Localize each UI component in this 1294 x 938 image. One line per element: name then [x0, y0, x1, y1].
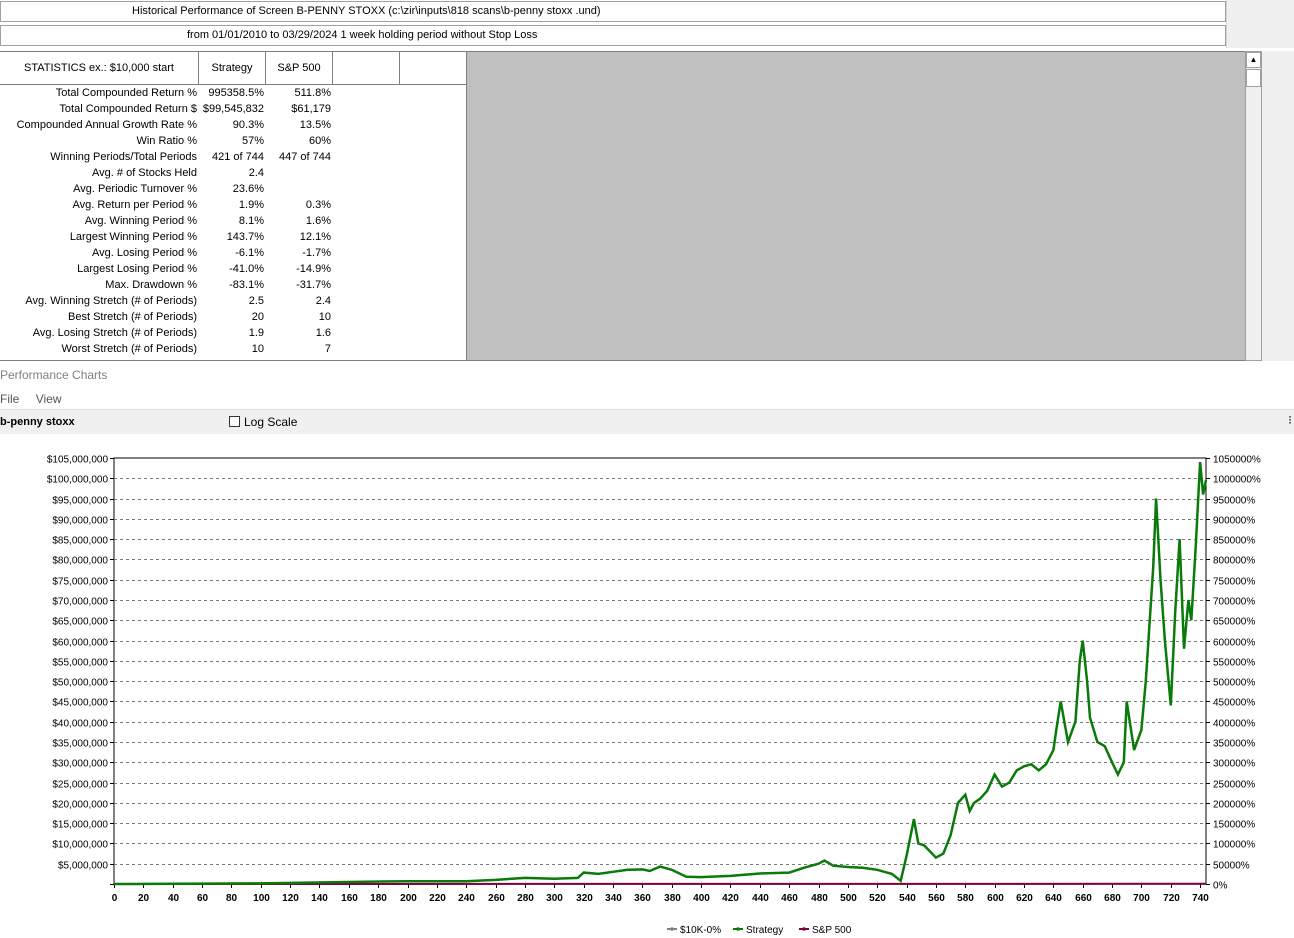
y-tick-label-left: $10,000,000 — [52, 840, 108, 851]
y-tick-label-right: 200000% — [1213, 800, 1255, 811]
x-tick-label: 500 — [840, 893, 857, 904]
y-tick-label-left: $105,000,000 — [47, 455, 109, 466]
y-tick-label-right: 550000% — [1213, 658, 1255, 669]
plot-area — [113, 457, 1207, 885]
y-tick-label-left: $20,000,000 — [52, 800, 108, 811]
y-tick-label-left: $55,000,000 — [52, 658, 108, 669]
y-tick-label-left: $75,000,000 — [52, 577, 108, 588]
y-tick-label-right: 750000% — [1213, 577, 1255, 588]
x-tick-label: 60 — [197, 893, 209, 904]
x-tick-label: 240 — [458, 893, 475, 904]
x-tick-label: 600 — [987, 893, 1004, 904]
legend-label: S&P 500 — [812, 925, 852, 936]
x-tick-label: 20 — [138, 893, 150, 904]
y-tick-label-left: $35,000,000 — [52, 739, 108, 750]
y-tick-label-left: $70,000,000 — [52, 597, 108, 608]
x-tick-label: 620 — [1016, 893, 1033, 904]
x-tick-label: 720 — [1163, 893, 1180, 904]
y-tick-label-left: $5,000,000 — [58, 861, 108, 872]
x-tick-label: 220 — [429, 893, 446, 904]
legend-marker — [736, 927, 740, 931]
y-tick-label-right: 800000% — [1213, 556, 1255, 567]
y-tick-label-right: 1000000% — [1213, 475, 1261, 486]
x-tick-label: 160 — [341, 893, 358, 904]
x-tick-label: 480 — [811, 893, 828, 904]
x-tick-label: 200 — [400, 893, 417, 904]
x-tick-label: 440 — [752, 893, 769, 904]
legend-label: Strategy — [746, 925, 783, 936]
y-tick-label-right: 900000% — [1213, 516, 1255, 527]
y-tick-label-right: 850000% — [1213, 536, 1255, 547]
y-tick-label-right: 650000% — [1213, 617, 1255, 628]
x-tick-label: 380 — [664, 893, 681, 904]
x-tick-label: 100 — [253, 893, 270, 904]
x-tick-label: 660 — [1075, 893, 1092, 904]
y-tick-label-left: $45,000,000 — [52, 698, 108, 709]
legend-marker — [670, 927, 674, 931]
x-tick-label: 40 — [168, 893, 180, 904]
x-tick-label: 400 — [693, 893, 710, 904]
y-tick-label-right: 950000% — [1213, 496, 1255, 507]
x-tick-label: 180 — [370, 893, 387, 904]
x-tick-label: 580 — [957, 893, 974, 904]
y-tick-label-right: 700000% — [1213, 597, 1255, 608]
y-tick-label-right: 300000% — [1213, 759, 1255, 770]
y-tick-label-right: 1050000% — [1213, 455, 1261, 466]
x-tick-label: 120 — [282, 893, 299, 904]
y-tick-label-right: 500000% — [1213, 678, 1255, 689]
performance-chart: 0% 50000% $5,000,000 100000% $10,000,000 1500… — [47, 455, 1261, 937]
x-tick-label: 340 — [605, 893, 622, 904]
y-tick-label-left: $60,000,000 — [52, 638, 108, 649]
y-tick-label-left: $80,000,000 — [52, 556, 108, 567]
x-tick-label: 680 — [1104, 893, 1121, 904]
y-tick-label-left: $100,000,000 — [47, 475, 109, 486]
x-tick-label: 360 — [634, 893, 651, 904]
y-tick-label-right: 400000% — [1213, 719, 1255, 730]
x-tick-label: 540 — [899, 893, 916, 904]
legend-label: $10K-0% — [680, 925, 721, 936]
x-tick-label: 280 — [517, 893, 534, 904]
x-tick-label: 740 — [1192, 893, 1209, 904]
y-tick-label-right: 150000% — [1213, 820, 1255, 831]
y-tick-label-left: $95,000,000 — [52, 496, 108, 507]
x-tick-label: 460 — [781, 893, 798, 904]
x-tick-label: 700 — [1133, 893, 1150, 904]
y-tick-label-left: $65,000,000 — [52, 617, 108, 628]
y-tick-label-left: $15,000,000 — [52, 820, 108, 831]
x-tick-label: 640 — [1045, 893, 1062, 904]
y-tick-label-right: 50000% — [1213, 861, 1250, 872]
y-tick-label-right: 100000% — [1213, 840, 1255, 851]
legend-marker — [802, 927, 806, 931]
y-tick-label-left: $30,000,000 — [52, 759, 108, 770]
y-tick-label-left: $25,000,000 — [52, 780, 108, 791]
x-tick-label: 520 — [869, 893, 886, 904]
x-tick-label: 140 — [311, 893, 328, 904]
y-tick-label-left: $85,000,000 — [52, 536, 108, 547]
y-tick-label-left: $90,000,000 — [52, 516, 108, 527]
x-tick-label: 320 — [576, 893, 593, 904]
x-tick-label: 260 — [488, 893, 505, 904]
x-tick-label: 420 — [722, 893, 739, 904]
x-tick-label: 80 — [226, 893, 238, 904]
y-tick-label-right: 450000% — [1213, 698, 1255, 709]
y-tick-label-right: 600000% — [1213, 638, 1255, 649]
y-tick-label-left: $50,000,000 — [52, 678, 108, 689]
y-tick-label-right: 350000% — [1213, 739, 1255, 750]
y-tick-label-left: $40,000,000 — [52, 719, 108, 730]
y-tick-label-right: 250000% — [1213, 780, 1255, 791]
x-tick-label: 0 — [112, 893, 118, 904]
y-tick-label-right: 0% — [1213, 881, 1228, 892]
x-tick-label: 560 — [928, 893, 945, 904]
x-tick-label: 300 — [546, 893, 563, 904]
